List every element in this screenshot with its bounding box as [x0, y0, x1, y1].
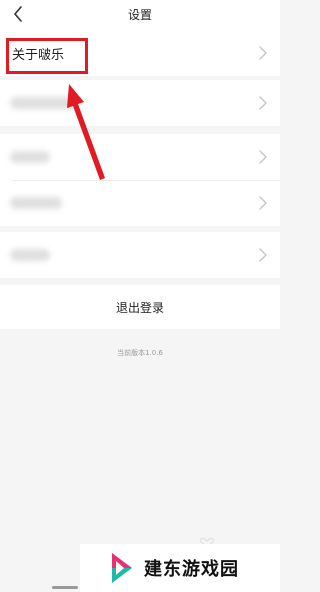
annotation-arrow-icon — [67, 84, 105, 180]
settings-section-3 — [0, 134, 280, 226]
chevron-right-icon — [259, 248, 267, 262]
settings-item-blurred-4[interactable] — [0, 232, 280, 278]
play-logo-icon — [112, 553, 132, 583]
watermark-text: 建东游戏园 — [144, 559, 239, 580]
settings-section-4 — [0, 232, 280, 278]
blurred-label — [10, 151, 50, 163]
blurred-label — [10, 197, 62, 209]
settings-section-2 — [0, 80, 280, 126]
watermark: 建东游戏园 — [80, 544, 280, 592]
chevron-right-icon — [259, 46, 267, 60]
home-indicator — [52, 586, 78, 589]
page-title: 设置 — [127, 8, 152, 22]
settings-item-blurred-2[interactable] — [0, 134, 280, 180]
chevron-right-icon — [259, 196, 267, 210]
settings-item-blurred-3[interactable] — [0, 180, 280, 226]
settings-item-blurred-1[interactable] — [0, 80, 280, 126]
chevron-right-icon — [259, 96, 267, 110]
chevron-right-icon — [259, 150, 267, 164]
logout-button[interactable]: 退出登录 — [0, 285, 280, 329]
top-bar: 设置 — [0, 0, 280, 30]
highlight-box — [6, 38, 88, 74]
version-text: 当前版本1.0.6 — [117, 349, 163, 357]
blurred-label — [10, 249, 50, 261]
logout-label: 退出登录 — [115, 300, 164, 315]
